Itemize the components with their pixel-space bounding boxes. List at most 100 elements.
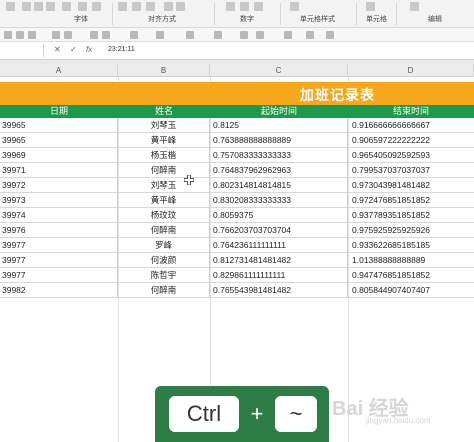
toolbar-icon[interactable]	[16, 31, 24, 39]
sort-icon[interactable]	[410, 2, 419, 11]
cell-start-time[interactable]: 0.765543981481482	[210, 283, 348, 298]
comma-icon[interactable]	[240, 2, 249, 11]
cell-name[interactable]: 杨玟玟	[118, 208, 210, 223]
cell-start-time[interactable]: 0.764837962962963	[210, 163, 348, 178]
cell-start-time[interactable]: 0.763888888888889	[210, 133, 348, 148]
cell-end-time[interactable]: 0.947476851851852	[348, 268, 474, 283]
cell-end-time[interactable]: 0.906597222222222	[348, 133, 474, 148]
align-center-icon[interactable]	[132, 2, 141, 11]
header-end-time[interactable]: 结束时间	[348, 105, 474, 118]
header-start-time[interactable]: 起始时间	[210, 105, 348, 118]
cell-start-time[interactable]: 0.8125	[210, 118, 348, 133]
column-header-a[interactable]: A	[0, 64, 118, 77]
indent-icon[interactable]	[164, 2, 173, 11]
cell-name[interactable]: 黄平峰	[118, 133, 210, 148]
cell-name[interactable]: 刘琴玉	[118, 118, 210, 133]
cell-end-time[interactable]: 0.933622685185185	[348, 238, 474, 253]
cell-end-time[interactable]: 0.975925925925926	[348, 223, 474, 238]
function-icon[interactable]: fx	[86, 45, 92, 54]
toolbar-icon[interactable]	[326, 31, 334, 39]
cell-end-time[interactable]: 0.799537037037037	[348, 163, 474, 178]
toolbar-icon[interactable]	[4, 31, 12, 39]
ribbon-icons	[0, 1, 474, 13]
formula-value[interactable]: 23:21:11	[108, 46, 135, 53]
merge-icon[interactable]	[176, 2, 185, 11]
cell-start-time[interactable]: 0.802314814814815	[210, 178, 348, 193]
toolbar-icon[interactable]	[306, 31, 314, 39]
underline-icon[interactable]	[46, 2, 55, 11]
name-box[interactable]	[0, 44, 44, 57]
cell-start-time[interactable]: 0.766203703703704	[210, 223, 348, 238]
cell-date[interactable]: 39965	[0, 133, 118, 148]
cell-end-time[interactable]: 0.965405092592593	[348, 148, 474, 163]
cell-date[interactable]: 39982	[0, 283, 118, 298]
delete-icon[interactable]	[366, 2, 375, 11]
fill-color-icon[interactable]	[78, 2, 87, 11]
toolbar-icon[interactable]	[284, 31, 292, 39]
cell-date[interactable]: 39973	[0, 193, 118, 208]
italic-icon[interactable]	[34, 2, 43, 11]
header-name[interactable]: 姓名	[118, 105, 210, 118]
cell-end-time[interactable]: 0.972476851851852	[348, 193, 474, 208]
cell-start-time[interactable]: 0.764236111111111	[210, 238, 348, 253]
cell-style-icon[interactable]	[290, 2, 299, 11]
toolbar-icon[interactable]	[28, 31, 36, 39]
cell-date[interactable]: 39969	[0, 148, 118, 163]
format-painter-icon[interactable]	[6, 2, 15, 11]
cell-name[interactable]: 刘琴玉	[118, 178, 210, 193]
column-header-c[interactable]: C	[210, 64, 348, 77]
toolbar-icon[interactable]	[240, 31, 248, 39]
toolbar-icon[interactable]	[256, 31, 264, 39]
bold-icon[interactable]	[22, 2, 31, 11]
align-right-icon[interactable]	[146, 2, 155, 11]
cell-name[interactable]: 陈哲宇	[118, 268, 210, 283]
toolbar-icon[interactable]	[102, 31, 110, 39]
header-date[interactable]: 日期	[0, 105, 118, 118]
cell-cursor-icon	[184, 175, 194, 185]
align-left-icon[interactable]	[118, 2, 127, 11]
cell-end-time[interactable]: 0.805844907407407	[348, 283, 474, 298]
cell-date[interactable]: 39977	[0, 268, 118, 283]
border-icon[interactable]	[62, 2, 71, 11]
confirm-icon[interactable]: ✓	[70, 45, 77, 54]
cell-end-time[interactable]: 0.937789351851852	[348, 208, 474, 223]
cell-start-time[interactable]: 0.830208333333333	[210, 193, 348, 208]
cell-name[interactable]: 何醉南	[118, 163, 210, 178]
toolbar-icon[interactable]	[186, 31, 194, 39]
cell-end-time[interactable]: 0.973043981481482	[348, 178, 474, 193]
cell-start-time[interactable]: 0.812731481481482	[210, 253, 348, 268]
cell-date[interactable]: 39972	[0, 178, 118, 193]
toolbar-icon[interactable]	[156, 31, 164, 39]
cell-date[interactable]: 39971	[0, 163, 118, 178]
toolbar-icon[interactable]	[214, 31, 222, 39]
column-header-b[interactable]: B	[118, 64, 210, 77]
decimal-icon[interactable]	[254, 2, 263, 11]
toolbar-icon[interactable]	[90, 31, 98, 39]
cell-name[interactable]: 黄平峰	[118, 193, 210, 208]
plus-sign: +	[250, 401, 264, 426]
cell-date[interactable]: 39977	[0, 238, 118, 253]
table-row: 39973 黄平峰 0.830208333333333 0.9724768518…	[0, 193, 474, 208]
cell-name[interactable]: 何醉南	[118, 283, 210, 298]
cell-date[interactable]: 39976	[0, 223, 118, 238]
cell-start-time[interactable]: 0.829861111111111	[210, 268, 348, 283]
cell-name[interactable]: 何醉南	[118, 223, 210, 238]
font-color-icon[interactable]	[92, 2, 101, 11]
percent-icon[interactable]	[226, 2, 235, 11]
cell-date[interactable]: 39977	[0, 253, 118, 268]
cancel-icon[interactable]: ✕	[54, 45, 61, 54]
toolbar-icon[interactable]	[52, 31, 60, 39]
cell-date[interactable]: 39965	[0, 118, 118, 133]
cell-end-time[interactable]: 1.01388888888889	[348, 253, 474, 268]
cell-date[interactable]: 39974	[0, 208, 118, 223]
cell-end-time[interactable]: 0.916666666666667	[348, 118, 474, 133]
title-row[interactable]: 加班记录表	[0, 82, 474, 105]
toolbar-icon[interactable]	[64, 31, 72, 39]
column-header-d[interactable]: D	[348, 64, 474, 77]
cell-name[interactable]: 杨玉楷	[118, 148, 210, 163]
cell-name[interactable]: 罗峰	[118, 238, 210, 253]
cell-name[interactable]: 何波颜	[118, 253, 210, 268]
cell-start-time[interactable]: 0.8059375	[210, 208, 348, 223]
cell-start-time[interactable]: 0.757083333333333	[210, 148, 348, 163]
toolbar-icon[interactable]	[130, 31, 138, 39]
